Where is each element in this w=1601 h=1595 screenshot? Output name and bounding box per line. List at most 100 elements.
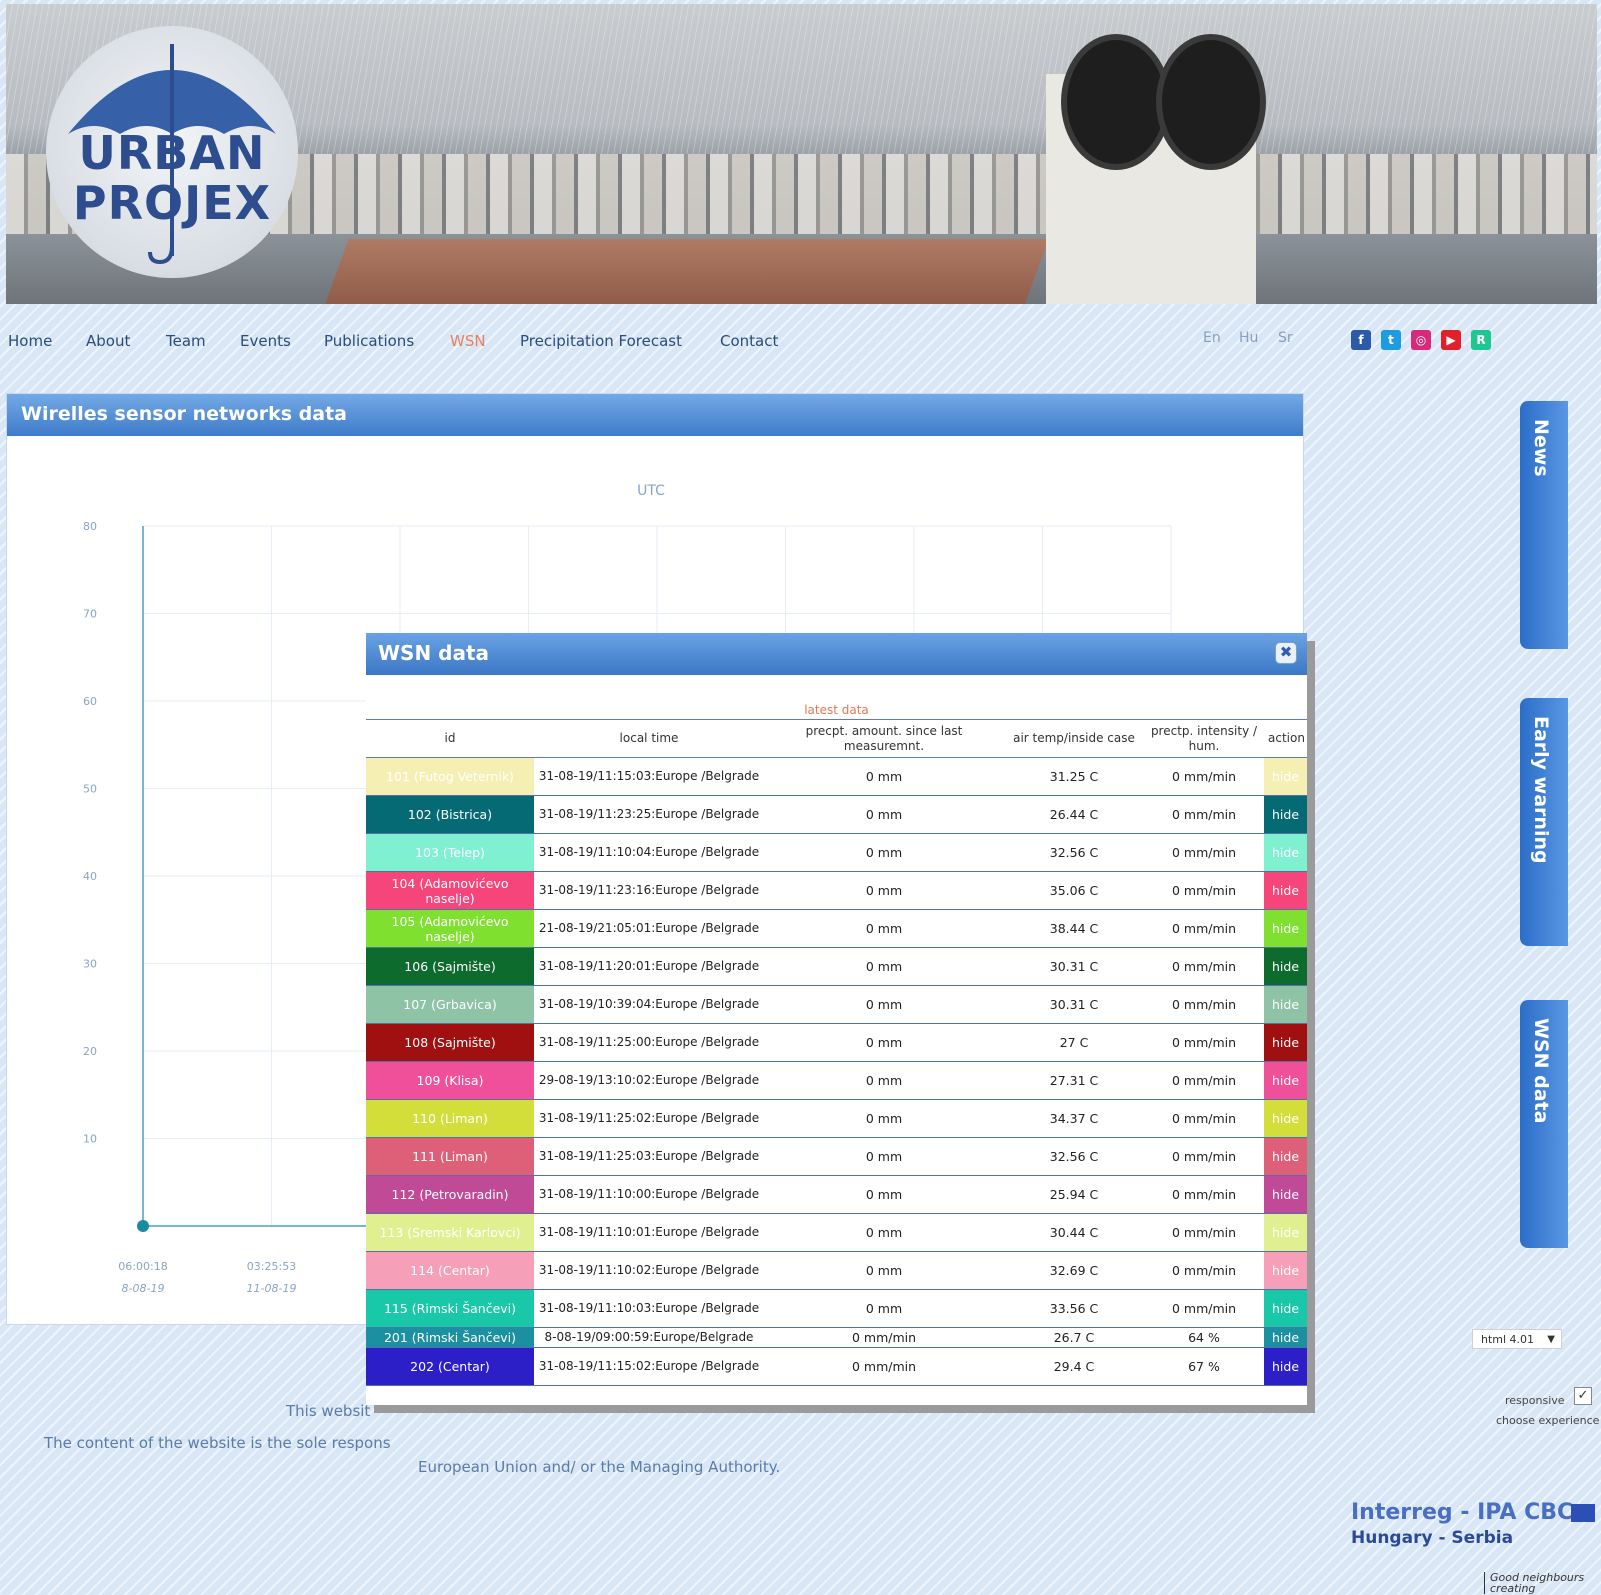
- interreg-tagline: Good neighbours creating: [1484, 1572, 1600, 1594]
- side-tab-news-label: News: [1530, 419, 1552, 477]
- hide-button[interactable]: hide: [1264, 909, 1307, 948]
- nav-team[interactable]: Team: [166, 332, 206, 350]
- logo-line-1: URBAN: [78, 126, 266, 180]
- air-temp-cell: 32.56 C: [1004, 833, 1144, 872]
- air-temp-cell: 32.56 C: [1004, 1137, 1144, 1176]
- latest-data-label: latest data: [804, 703, 869, 717]
- footer-line-2: The content of the website is the sole r…: [44, 1434, 391, 1452]
- responsive-label: responsive: [1505, 1394, 1565, 1407]
- station-id-cell: 202 (Centar): [366, 1347, 534, 1386]
- precip-amount-cell: 0 mm: [764, 1061, 1004, 1100]
- local-time-cell: 31-08-19/11:25:02:Europe /Belgrade: [534, 1099, 764, 1138]
- local-time-cell: 31-08-19/11:15:03:Europe /Belgrade: [534, 757, 764, 796]
- hide-button[interactable]: hide: [1264, 1327, 1307, 1348]
- precip-intensity-cell: 0 mm/min: [1144, 1251, 1264, 1290]
- hide-button[interactable]: hide: [1264, 1099, 1307, 1138]
- side-tab-news[interactable]: News: [1520, 401, 1568, 649]
- air-temp-cell: 27.31 C: [1004, 1061, 1144, 1100]
- hide-button[interactable]: hide: [1264, 1061, 1307, 1100]
- station-id-cell: 113 (Sremski Karlovci): [366, 1213, 534, 1252]
- local-time-cell: 31-08-19/11:25:00:Europe /Belgrade: [534, 1023, 764, 1062]
- precip-amount-cell: 0 mm: [764, 1023, 1004, 1062]
- hide-button[interactable]: hide: [1264, 985, 1307, 1024]
- station-id-cell: 111 (Liman): [366, 1137, 534, 1176]
- lang-hu[interactable]: Hu: [1239, 330, 1258, 346]
- station-id-cell: 201 (Rimski Šančevi): [366, 1327, 534, 1348]
- youtube-icon[interactable]: ▶: [1441, 330, 1461, 350]
- station-id-cell: 115 (Rimski Šančevi): [366, 1289, 534, 1328]
- x-tick-date-label: 8-08-19: [122, 1282, 165, 1295]
- y-tick-label: 70: [83, 608, 97, 621]
- responsive-checkbox[interactable]: ✓: [1574, 1387, 1592, 1405]
- panel-title: Wirelles sensor networks data: [21, 403, 347, 425]
- air-temp-cell: 31.25 C: [1004, 757, 1144, 796]
- precip-intensity-cell: 0 mm/min: [1144, 795, 1264, 834]
- precip-amount-cell: 0 mm: [764, 833, 1004, 872]
- header-banner: URBAN PROJEX: [6, 4, 1597, 304]
- precip-amount-cell: 0 mm: [764, 757, 1004, 796]
- station-id-cell: 109 (Klisa): [366, 1061, 534, 1100]
- local-time-cell: 31-08-19/11:25:03:Europe /Belgrade: [534, 1137, 764, 1176]
- hide-button[interactable]: hide: [1264, 1175, 1307, 1214]
- local-time-cell: 31-08-19/11:23:25:Europe /Belgrade: [534, 795, 764, 834]
- table-row: 202 (Centar) 31-08-19/11:15:02:Europe /Be…: [366, 1347, 1307, 1386]
- choose-experience-label: choose experience: [1496, 1414, 1600, 1427]
- local-time-cell: 31-08-19/11:20:01:Europe /Belgrade: [534, 947, 764, 986]
- site-logo[interactable]: URBAN PROJEX: [46, 26, 298, 278]
- hide-button[interactable]: hide: [1264, 757, 1307, 796]
- footer-line-1: This websit: [286, 1402, 371, 1420]
- hide-button[interactable]: hide: [1264, 871, 1307, 910]
- y-tick-label: 60: [83, 695, 97, 708]
- side-tab-wsn-data[interactable]: WSN data: [1520, 1000, 1568, 1248]
- interreg-subtitle: Hungary - Serbia: [1351, 1528, 1514, 1548]
- nav-wsn[interactable]: WSN: [450, 332, 486, 350]
- hide-button[interactable]: hide: [1264, 833, 1307, 872]
- air-temp-cell: 30.31 C: [1004, 947, 1144, 986]
- twitter-icon[interactable]: t: [1381, 330, 1401, 350]
- col-header-action: action: [1264, 719, 1307, 758]
- precip-amount-cell: 0 mm: [764, 947, 1004, 986]
- local-time-cell: 29-08-19/13:10:02:Europe /Belgrade: [534, 1061, 764, 1100]
- nav-precipitation-forecast[interactable]: Precipitation Forecast: [520, 332, 682, 350]
- nav-about[interactable]: About: [86, 332, 130, 350]
- local-time-cell: 31-08-19/11:15:02:Europe /Belgrade: [534, 1347, 764, 1386]
- nav-home[interactable]: Home: [8, 332, 52, 350]
- facebook-icon[interactable]: f: [1351, 330, 1371, 350]
- table-row: 111 (Liman) 31-08-19/11:25:03:Europe /Bel…: [366, 1137, 1307, 1176]
- lang-sr[interactable]: Sr: [1278, 330, 1293, 346]
- researchgate-icon[interactable]: R: [1471, 330, 1491, 350]
- y-tick-label: 30: [83, 958, 97, 971]
- station-id-cell: 106 (Sajmište): [366, 947, 534, 986]
- precip-amount-cell: 0 mm: [764, 909, 1004, 948]
- precip-intensity-cell: 0 mm/min: [1144, 1137, 1264, 1176]
- x-tick-date-label: 11-08-19: [247, 1282, 297, 1295]
- lang-en[interactable]: En: [1203, 330, 1221, 346]
- instagram-icon[interactable]: ◎: [1411, 330, 1431, 350]
- local-time-cell: 31-08-19/11:23:16:Europe /Belgrade: [534, 871, 764, 910]
- hide-button[interactable]: hide: [1264, 1137, 1307, 1176]
- hide-button[interactable]: hide: [1264, 1251, 1307, 1290]
- close-icon[interactable]: ✖: [1275, 642, 1297, 664]
- nav-contact[interactable]: Contact: [720, 332, 778, 350]
- hide-button[interactable]: hide: [1264, 1347, 1307, 1386]
- table-row: 102 (Bistrica) 31-08-19/11:23:25:Europe /…: [366, 795, 1307, 834]
- nav-events[interactable]: Events: [240, 332, 291, 350]
- side-tab-early-warning-label: Early warning: [1530, 716, 1552, 864]
- hide-button[interactable]: hide: [1264, 1023, 1307, 1062]
- station-id-cell: 108 (Sajmište): [366, 1023, 534, 1062]
- hide-button[interactable]: hide: [1264, 795, 1307, 834]
- side-tab-early-warning[interactable]: Early warning: [1520, 698, 1568, 946]
- hide-button[interactable]: hide: [1264, 1213, 1307, 1252]
- col-header-local-time: local time: [534, 719, 764, 758]
- precip-intensity-cell: 0 mm/min: [1144, 1099, 1264, 1138]
- precip-amount-cell: 0 mm: [764, 1251, 1004, 1290]
- y-tick-label: 10: [83, 1133, 97, 1146]
- table-row: 109 (Klisa) 29-08-19/13:10:02:Europe /Bel…: [366, 1061, 1307, 1100]
- precip-intensity-cell: 0 mm/min: [1144, 1023, 1264, 1062]
- nav-publications[interactable]: Publications: [324, 332, 414, 350]
- hide-button[interactable]: hide: [1264, 1289, 1307, 1328]
- html-version-select[interactable]: html 4.01 ▼: [1472, 1329, 1562, 1349]
- local-time-cell: 31-08-19/11:10:00:Europe /Belgrade: [534, 1175, 764, 1214]
- x-tick-time-label: 06:00:18: [118, 1260, 167, 1273]
- hide-button[interactable]: hide: [1264, 947, 1307, 986]
